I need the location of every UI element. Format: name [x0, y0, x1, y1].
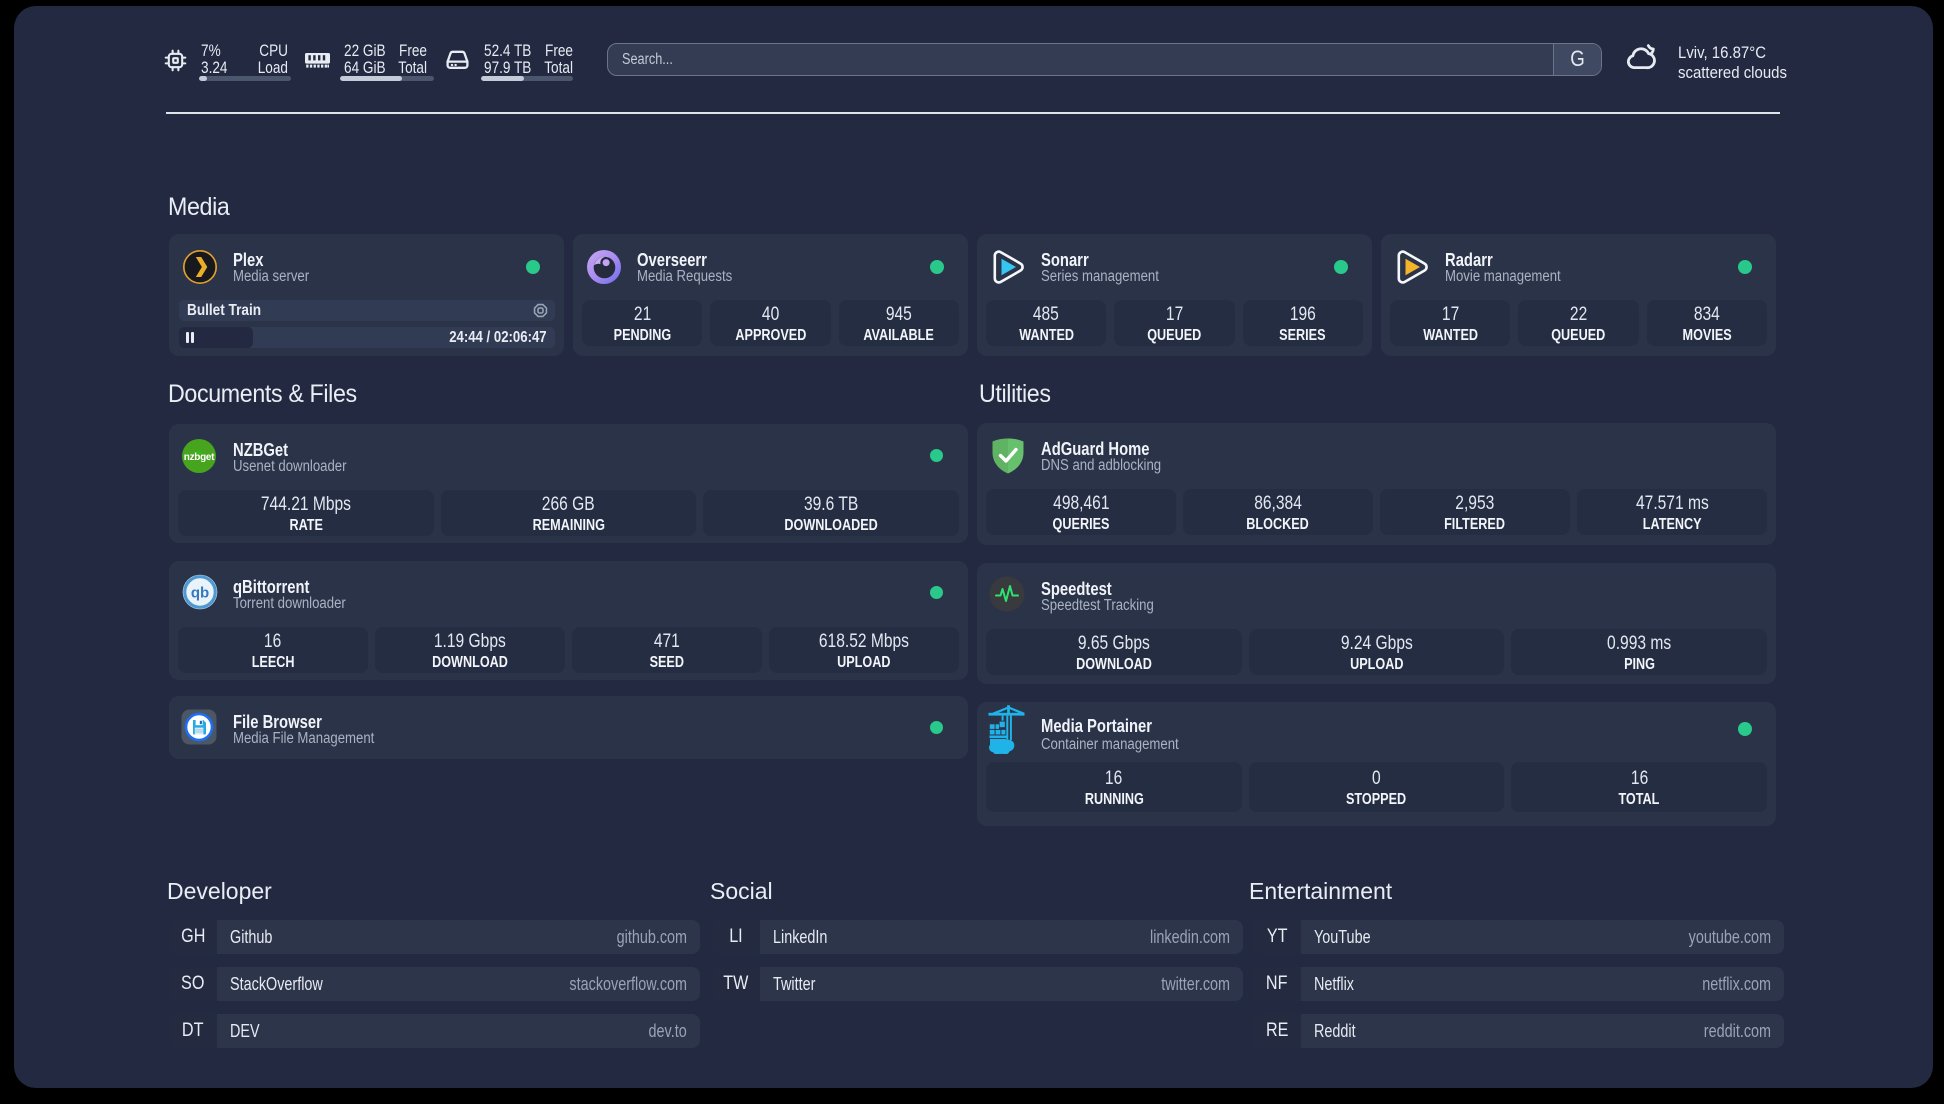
svg-text:nzbget: nzbget	[184, 452, 215, 463]
svg-text:qb: qb	[191, 585, 209, 602]
